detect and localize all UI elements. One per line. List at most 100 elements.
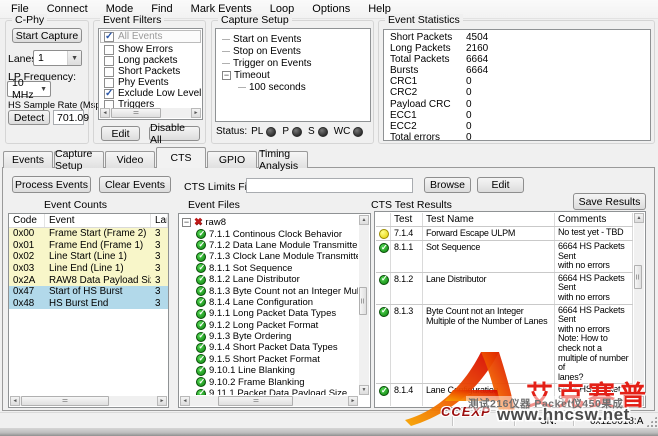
files-vertical-scrollbar[interactable]: ▲ ▼: [359, 215, 369, 395]
tree-item[interactable]: 9.1.5 Short Packet Format: [180, 354, 358, 365]
scroll-left-icon[interactable]: ◄: [10, 396, 20, 406]
chevron-down-icon[interactable]: ▼: [37, 82, 50, 96]
filter-checkbox-row[interactable]: Short Packets: [99, 66, 202, 77]
checkbox-icon[interactable]: [104, 32, 114, 42]
files-horizontal-scrollbar[interactable]: ◄ ►: [180, 396, 358, 406]
edit-filters-button[interactable]: Edit: [101, 126, 140, 141]
table-row[interactable]: 0x03 Line End (Line 1) 3: [9, 263, 168, 275]
result-row[interactable]: 8.1.2 Lane Distributor 6664 HS Packets S…: [376, 273, 633, 305]
tree-item[interactable]: − Stop on Events: [216, 45, 370, 57]
filter-checkbox-row[interactable]: Exclude Low Level Events: [99, 88, 202, 99]
save-results-button[interactable]: Save Results: [573, 193, 646, 210]
scroll-right-icon[interactable]: ►: [191, 108, 201, 118]
checkbox-icon[interactable]: [104, 89, 114, 99]
filter-checkbox-row[interactable]: Phy Events: [99, 77, 202, 88]
collapse-icon[interactable]: −: [222, 71, 231, 80]
tree-item[interactable]: 8.1.3 Byte Count not an Integer Multiple…: [180, 285, 358, 296]
column-header-comments[interactable]: Comments: [555, 213, 633, 226]
tab[interactable]: Capture Setup: [54, 151, 104, 168]
tree-root-item[interactable]: − ✖ raw8: [180, 217, 358, 228]
clear-events-button[interactable]: Clear Events: [99, 176, 171, 193]
tree-item[interactable]: 9.10.2 Frame Blanking: [180, 376, 358, 387]
resize-grip[interactable]: [646, 416, 657, 427]
column-header-event[interactable]: Event: [45, 214, 151, 227]
scroll-up-icon[interactable]: ▲: [359, 215, 369, 225]
tree-item[interactable]: 9.11.1 Packet Data Payload Size: [180, 388, 358, 395]
tree-item[interactable]: 7.1.2 Data Lane Module Transmitter Requi…: [180, 240, 358, 251]
table-row[interactable]: 0x47 Start of HS Burst 3: [9, 286, 168, 298]
result-row[interactable]: 8.1.4 Lane Configuration 6664 HS Packet …: [376, 384, 633, 406]
tab[interactable]: Video: [105, 151, 155, 168]
scroll-down-icon[interactable]: ▼: [634, 396, 644, 406]
column-header-test-name[interactable]: Test Name: [423, 213, 555, 226]
tree-item[interactable]: 9.1.2 Long Packet Format: [180, 320, 358, 331]
filters-horizontal-scrollbar[interactable]: ◄ ►: [100, 108, 201, 118]
browse-button[interactable]: Browse: [424, 177, 471, 193]
table-row[interactable]: 0x00 Frame Start (Frame 2) 3: [9, 228, 168, 240]
tree-item[interactable]: 9.1.1 Long Packet Data Types: [180, 308, 358, 319]
table-row[interactable]: 0x48 HS Burst End 3: [9, 298, 168, 310]
result-row[interactable]: 8.1.1 Sot Sequence 6664 HS Packets Sent …: [376, 241, 633, 273]
scroll-thumb[interactable]: [218, 396, 293, 406]
scroll-down-icon[interactable]: ▼: [359, 385, 369, 395]
menu-item[interactable]: Options: [303, 1, 359, 17]
tab[interactable]: Events: [3, 151, 53, 168]
tree-item[interactable]: − Trigger on Events: [216, 57, 370, 69]
all-events-checkbox-row[interactable]: All Events: [100, 30, 201, 43]
process-events-button[interactable]: Process Events: [12, 176, 91, 193]
checkbox-icon[interactable]: [104, 56, 114, 66]
tree-item[interactable]: 9.1.4 Short Packet Data Types: [180, 342, 358, 353]
scroll-thumb[interactable]: [359, 287, 367, 315]
scroll-up-icon[interactable]: ▲: [634, 213, 644, 223]
cts-limits-file-input[interactable]: [246, 178, 413, 193]
event-lanes: 3: [151, 263, 168, 274]
tree-item[interactable]: − 100 seconds: [216, 81, 370, 93]
result-row[interactable]: 7.1.4 Forward Escape ULPM No test yet - …: [376, 227, 633, 241]
result-row[interactable]: 8.1.3 Byte Count not an Integer Multiple…: [376, 305, 633, 385]
scroll-right-icon[interactable]: ►: [157, 396, 167, 406]
table-row[interactable]: 0x01 Frame End (Frame 1) 3: [9, 240, 168, 252]
detect-button[interactable]: Detect: [8, 110, 50, 125]
tree-item[interactable]: − Start on Events: [216, 33, 370, 45]
column-header-status[interactable]: [376, 213, 391, 226]
scroll-right-icon[interactable]: ►: [348, 396, 358, 406]
column-header-lanes[interactable]: Lanes: [151, 214, 168, 227]
start-capture-button[interactable]: Start Capture: [12, 28, 82, 43]
checkbox-icon[interactable]: [104, 45, 114, 55]
column-header-test[interactable]: Test: [391, 213, 423, 226]
tab[interactable]: Timing Analysis: [258, 151, 308, 168]
tree-item[interactable]: 8.1.4 Lane Configuration: [180, 297, 358, 308]
tree-item[interactable]: 9.1.3 Byte Ordering: [180, 331, 358, 342]
cphy-group-title: C-Phy: [12, 14, 47, 26]
tab[interactable]: CTS: [156, 147, 206, 168]
table-row[interactable]: 0x02 Line Start (Line 1) 3: [9, 251, 168, 263]
table-row[interactable]: 0x2A RAW8 Data Payload Size: 19... 3: [9, 274, 168, 286]
counts-horizontal-scrollbar[interactable]: ◄ ►: [10, 396, 167, 406]
edit-limits-button[interactable]: Edit: [477, 177, 524, 193]
tree-item[interactable]: 7.1.3 Clock Lane Module Transmitter Requ…: [180, 251, 358, 262]
filter-checkbox-row[interactable]: Long packets: [99, 55, 202, 66]
lp-frequency-select[interactable]: 10 MHz ▼: [7, 81, 51, 97]
chevron-down-icon[interactable]: ▼: [67, 51, 81, 65]
scroll-thumb[interactable]: [634, 265, 642, 289]
filter-checkbox-row[interactable]: Show Errors: [99, 44, 202, 55]
scroll-left-icon[interactable]: ◄: [180, 396, 190, 406]
column-header-code[interactable]: Code: [9, 214, 45, 227]
collapse-icon[interactable]: −: [182, 218, 191, 227]
scroll-thumb[interactable]: [111, 108, 161, 118]
test-comments: 6664 HS Packets Sent with no errors Note…: [555, 305, 633, 384]
tree-item[interactable]: 8.1.2 Lane Distributor: [180, 274, 358, 285]
checkbox-icon[interactable]: [104, 78, 114, 88]
checkbox-icon[interactable]: [104, 67, 114, 77]
tree-item[interactable]: − Timeout: [216, 69, 370, 81]
test-comments: No test yet - TBD: [555, 227, 633, 240]
lanes-select[interactable]: 1 ▼: [33, 50, 82, 66]
results-vertical-scrollbar[interactable]: ▲ ▼: [634, 213, 644, 406]
scroll-thumb[interactable]: [21, 396, 109, 406]
tree-item[interactable]: 7.1.1 Continous Clock Behavior: [180, 228, 358, 239]
tab[interactable]: GPIO: [207, 151, 257, 168]
tree-item[interactable]: 8.1.1 Sot Sequence: [180, 263, 358, 274]
scroll-left-icon[interactable]: ◄: [100, 108, 110, 118]
tree-item[interactable]: 9.10.1 Line Blanking: [180, 365, 358, 376]
disable-all-button[interactable]: Disable All: [149, 126, 200, 141]
